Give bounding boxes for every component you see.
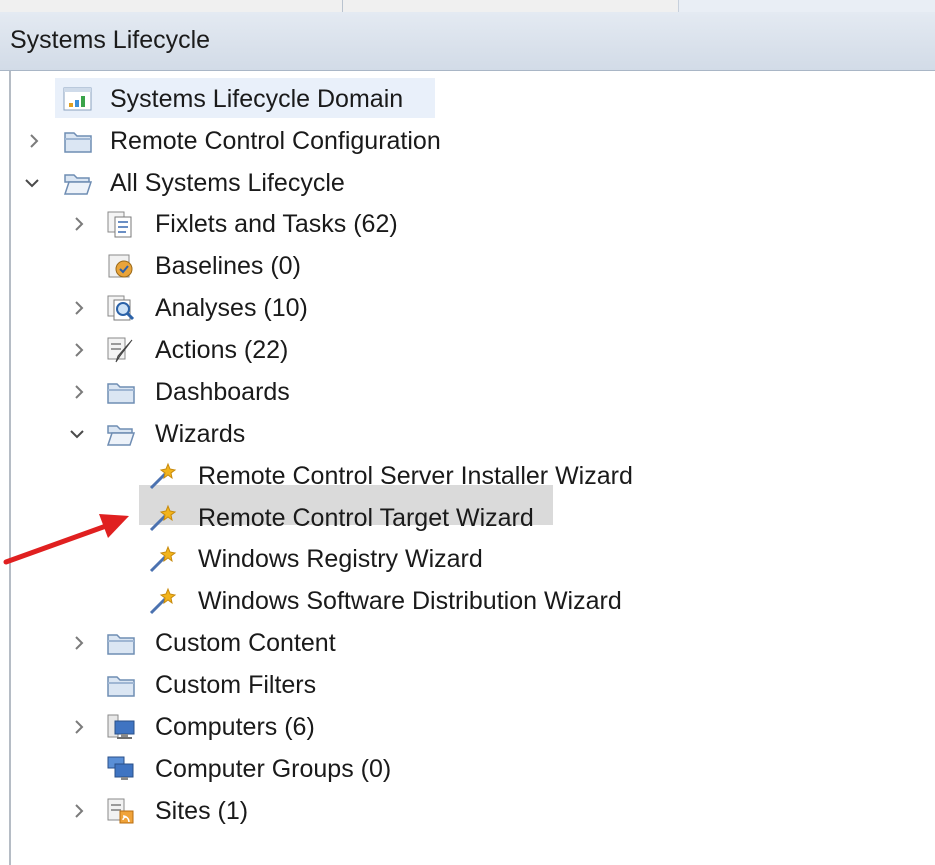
tree-item-label: Windows Registry Wizard [198,545,483,573]
analyses-icon [106,294,136,322]
tree-item-label: Wizards [155,420,246,448]
folder-icon [106,671,136,699]
tree-item-label: Remote Control Target Wizard [198,504,534,532]
tree-item-remote-control-configuration[interactable]: Remote Control Configuration [0,122,935,160]
tab-selected-edge[interactable] [678,0,935,12]
chevron-right-icon[interactable] [71,340,87,360]
tree-item-label: Computer Groups (0) [155,755,392,783]
tree-item-computer-groups[interactable]: Computer Groups (0) [0,750,935,788]
tree-item-sites[interactable]: Sites (1) [0,792,935,830]
tree-item-label: Windows Software Distribution Wizard [198,587,622,615]
wizard-wand-icon [148,504,178,532]
tree-item-baselines[interactable]: Baselines (0) [0,247,935,285]
tree-item-dashboards[interactable]: Dashboards [0,373,935,411]
tree-item-label: Baselines (0) [155,252,301,280]
chevron-right-icon[interactable] [71,382,87,402]
chevron-right-icon[interactable] [26,131,42,151]
baselines-icon [106,252,136,280]
tree-item-windows-registry-wizard[interactable]: Windows Registry Wizard [0,540,935,578]
tree-item-label: Remote Control Server Installer Wizard [198,462,633,490]
fixlets-icon [106,210,136,238]
chevron-down-icon[interactable] [24,173,40,193]
wizard-wand-icon [148,587,178,615]
tree-item-label: Systems Lifecycle Domain [110,85,404,113]
computer-groups-icon [106,755,136,783]
panel-title: Systems Lifecycle [10,26,211,54]
tree-item-label: Actions (22) [155,336,289,364]
folder-open-icon [106,420,136,448]
tree-item-label: Remote Control Configuration [110,127,441,155]
folder-icon [106,378,136,406]
tab-divider [342,0,343,12]
tree-item-label: Sites (1) [155,797,249,825]
tree-item-systems-lifecycle-domain[interactable]: Systems Lifecycle Domain [0,80,935,118]
tree-item-label: All Systems Lifecycle [110,169,345,197]
tree-item-all-systems-lifecycle[interactable]: All Systems Lifecycle [0,164,935,202]
chevron-down-icon[interactable] [69,424,85,444]
folder-icon [63,127,93,155]
domain-chart-icon [63,85,93,113]
tree-item-fixlets-and-tasks[interactable]: Fixlets and Tasks (62) [0,205,935,243]
chevron-right-icon[interactable] [71,633,87,653]
tree-item-actions[interactable]: Actions (22) [0,331,935,369]
tree-item-remote-control-server-installer-wizard[interactable]: Remote Control Server Installer Wizard [0,457,935,495]
chevron-right-icon[interactable] [71,801,87,821]
wizard-wand-icon [148,462,178,490]
tree-item-computers[interactable]: Computers (6) [0,708,935,746]
tree-item-label: Custom Content [155,629,336,657]
actions-icon [106,336,136,364]
tree-item-remote-control-target-wizard[interactable]: Remote Control Target Wizard [0,499,935,537]
folder-open-icon [63,169,93,197]
chevron-right-icon[interactable] [71,298,87,318]
tree-item-custom-filters[interactable]: Custom Filters [0,666,935,704]
sites-icon [106,797,136,825]
computers-icon [106,713,136,741]
tree-item-analyses[interactable]: Analyses (10) [0,289,935,327]
chevron-right-icon[interactable] [71,717,87,737]
tree-item-label: Custom Filters [155,671,317,699]
tree-item-label: Computers (6) [155,713,315,741]
tree-item-label: Dashboards [155,378,290,406]
tree-item-label: Fixlets and Tasks (62) [155,210,398,238]
tree-item-label: Analyses (10) [155,294,308,322]
panel-header: Systems Lifecycle [0,12,935,71]
chevron-right-icon[interactable] [71,214,87,234]
tree-item-custom-content[interactable]: Custom Content [0,624,935,662]
tree-item-wizards[interactable]: Wizards [0,415,935,453]
tree-item-windows-software-distribution-wizard[interactable]: Windows Software Distribution Wizard [0,582,935,620]
wizard-wand-icon [148,545,178,573]
navigation-tree-panel: Systems Lifecycle Domain Remote Control … [0,71,935,865]
folder-icon [106,629,136,657]
